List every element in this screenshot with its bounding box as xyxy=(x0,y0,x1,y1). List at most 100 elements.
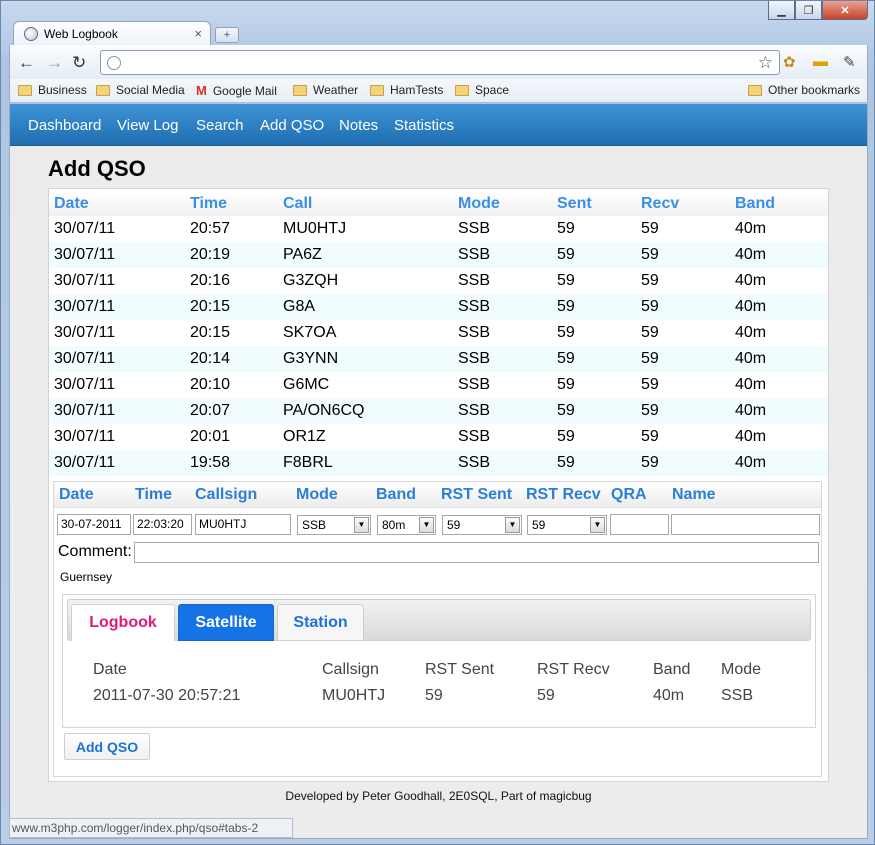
tab-title: Web Logbook xyxy=(44,26,118,41)
name-input[interactable] xyxy=(671,514,820,535)
prev-band: 40m xyxy=(653,687,685,704)
gmail-icon: M xyxy=(196,83,207,98)
table-cell: 40m xyxy=(735,272,767,289)
rst-recv-select[interactable]: 59 ▼ xyxy=(527,515,607,535)
table-row: 30/07/11 20:57 MU0HTJ SSB 59 59 40m xyxy=(49,216,828,242)
bookmark-google-mail[interactable]: M Google Mail xyxy=(196,83,277,98)
table-cell: G6MC xyxy=(283,376,330,393)
menu-add-qso[interactable]: Add QSO xyxy=(260,117,324,134)
label-date: Date xyxy=(59,486,94,503)
add-qso-button[interactable]: Add QSO xyxy=(64,733,150,760)
col-recv: Recv xyxy=(636,192,730,216)
label-name: Name xyxy=(672,486,716,503)
table-cell: 30/07/11 xyxy=(54,376,116,393)
forward-icon[interactable]: → xyxy=(46,53,63,73)
date-input[interactable]: 30-07-2011 xyxy=(57,514,131,535)
folder-icon xyxy=(293,84,307,96)
tab-satellite[interactable]: Satellite xyxy=(178,604,274,641)
table-cell: 40m xyxy=(735,428,767,445)
table-header-row: Date Time Call Mode Sent Recv Band xyxy=(49,192,828,216)
prev-rst-recv: 59 xyxy=(537,687,555,704)
table-row: 30/07/11 20:15 G8A SSB 59 59 40m xyxy=(49,294,828,320)
table-cell: 59 xyxy=(557,220,575,237)
table-cell: 20:16 xyxy=(190,272,231,289)
table-cell: OR1Z xyxy=(283,428,326,445)
menu-view-log[interactable]: View Log xyxy=(117,117,178,134)
bookmark-social-media[interactable]: Social Media xyxy=(96,83,185,97)
rst-recv-value: 59 xyxy=(532,518,546,532)
table-cell: PA/ON6CQ xyxy=(278,398,453,424)
time-input[interactable]: 22:03:20 xyxy=(133,514,192,535)
tab-station[interactable]: Station xyxy=(277,604,364,641)
table-row: 30/07/11 20:07 PA/ON6CQ SSB 59 59 40m xyxy=(49,398,828,424)
browser-tab[interactable]: Web Logbook × xyxy=(13,21,211,45)
comment-input[interactable] xyxy=(134,542,819,563)
table-cell: 40m xyxy=(730,346,828,372)
table-cell: 30/07/11 xyxy=(49,294,185,320)
add-qso-form: Date Time Callsign Mode Band RST Sent RS… xyxy=(53,481,822,777)
bookmark-business[interactable]: Business xyxy=(18,83,87,97)
address-bar[interactable]: ☆ xyxy=(100,50,780,75)
lookup-tabs: Logbook Satellite Station Date Callsign … xyxy=(62,594,816,728)
minimize-button[interactable]: ▁ xyxy=(768,1,795,20)
table-cell: 59 xyxy=(641,428,659,445)
table-cell: 30/07/11 xyxy=(49,450,185,476)
wrench-icon[interactable]: ✎ xyxy=(843,53,856,71)
status-bar-url: www.m3php.com/logger/index.php/qso#tabs-… xyxy=(9,818,293,838)
table-cell: 40m xyxy=(730,294,828,320)
prev-callsign: MU0HTJ xyxy=(322,687,386,704)
table-cell: SSB xyxy=(458,324,491,341)
menu-search[interactable]: Search xyxy=(196,117,244,134)
table-row: 30/07/11 20:19 PA6Z SSB 59 59 40m xyxy=(49,242,828,268)
reload-icon[interactable]: ↻ xyxy=(72,53,86,73)
location-text: Guernsey xyxy=(60,570,113,584)
folder-icon xyxy=(455,84,469,96)
recent-qso-table: Date Time Call Mode Sent Recv Band 30/07… xyxy=(49,192,828,476)
comment-label: Comment: xyxy=(58,543,132,560)
maximize-button[interactable]: ❐ xyxy=(795,1,822,20)
label-qra: QRA xyxy=(611,486,647,503)
prev-mode: SSB xyxy=(721,687,754,704)
menu-statistics[interactable]: Statistics xyxy=(394,117,454,134)
band-select[interactable]: 80m ▼ xyxy=(377,515,436,535)
bookmark-space[interactable]: Space xyxy=(455,83,509,97)
col-mode: Mode xyxy=(453,192,552,216)
tab-close-icon[interactable]: × xyxy=(194,26,202,41)
table-cell: SSB xyxy=(453,346,552,372)
table-row: 30/07/11 20:15 SK7OA SSB 59 59 40m xyxy=(49,320,828,346)
label-rst-recv: RST Recv xyxy=(526,486,601,503)
table-cell: 59 xyxy=(636,398,730,424)
label-mode: Mode xyxy=(296,486,338,503)
window-controls: ▁ ❐ ✕ xyxy=(768,1,868,20)
table-cell: SSB xyxy=(458,376,491,393)
rst-sent-select[interactable]: 59 ▼ xyxy=(442,515,522,535)
dropdown-arrow-icon: ▼ xyxy=(590,517,605,533)
other-bookmarks[interactable]: Other bookmarks xyxy=(748,83,860,97)
table-row: 30/07/11 20:16 G3ZQH SSB 59 59 40m xyxy=(49,268,828,294)
close-window-button[interactable]: ✕ xyxy=(822,1,868,20)
mode-select[interactable]: SSB ▼ xyxy=(297,515,371,535)
back-icon[interactable]: ← xyxy=(18,53,35,73)
table-cell: SSB xyxy=(453,242,552,268)
extension-icon[interactable]: ✿ xyxy=(783,53,796,71)
browser-toolbar: ← → ↻ ☆ ✿ ▬ ✎ xyxy=(9,45,868,79)
new-tab-button[interactable]: + xyxy=(215,27,239,43)
page-globe-icon xyxy=(107,56,121,70)
menu-dashboard[interactable]: Dashboard xyxy=(28,117,101,134)
qra-input[interactable] xyxy=(610,514,669,535)
table-cell: MU0HTJ xyxy=(283,220,347,237)
bookmark-weather[interactable]: Weather xyxy=(293,83,358,97)
table-cell: 59 xyxy=(557,376,575,393)
callsign-input[interactable]: MU0HTJ xyxy=(195,514,291,535)
footer-text: Developed by Peter Goodhall, 2E0SQL, Par… xyxy=(285,789,592,803)
tab-logbook[interactable]: Logbook xyxy=(71,604,175,641)
ruler-extension-icon[interactable]: ▬ xyxy=(813,53,828,70)
menu-notes[interactable]: Notes xyxy=(339,117,378,134)
tabs-bar: Logbook Satellite Station xyxy=(67,599,811,641)
table-cell: 30/07/11 xyxy=(49,346,185,372)
table-cell: 59 xyxy=(636,294,730,320)
table-cell: SSB xyxy=(458,220,491,237)
bookmark-star-icon[interactable]: ☆ xyxy=(758,53,773,73)
bookmark-hamtests[interactable]: HamTests xyxy=(370,83,443,97)
band-value: 80m xyxy=(382,518,406,532)
